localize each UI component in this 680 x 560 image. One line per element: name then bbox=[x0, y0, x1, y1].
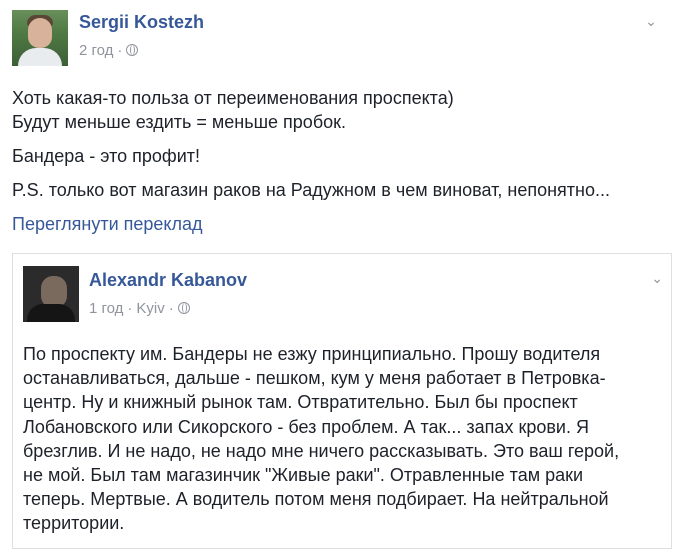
avatar-shirt bbox=[18, 48, 62, 66]
meta-separator: · bbox=[127, 300, 133, 317]
chevron-down-icon[interactable]: ⌄ bbox=[651, 270, 663, 287]
shared-post-location[interactable]: Kyiv bbox=[136, 300, 164, 317]
avatar-face bbox=[28, 18, 52, 48]
post-line-1: Хоть какая-то польза от переименования п… bbox=[12, 88, 454, 108]
see-translation-link[interactable]: Переглянути переклад bbox=[12, 214, 203, 235]
shared-post[interactable]: Alexandr Kabanov 1 год · Kyiv · ⌄ По проспе… bbox=[12, 253, 672, 549]
shared-line: теперь. Мертвые. А водитель потом меня п… bbox=[23, 489, 609, 510]
shared-line: не мой. Был там магазинчик "Живые раки".… bbox=[23, 465, 584, 486]
author-name[interactable]: Sergii Kostezh bbox=[79, 12, 204, 33]
facebook-post: Sergii Kostezh 2 год · ⌄ Хоть какая-то по… bbox=[0, 0, 680, 560]
shared-avatar[interactable] bbox=[23, 266, 79, 322]
shared-line: По проспекту им. Бандеры не езжу принцип… bbox=[23, 344, 601, 364]
meta-separator: · bbox=[117, 42, 123, 59]
shared-line: брезглив. И не надо, не надо мне ничего … bbox=[23, 440, 620, 461]
post-line-3: Бандера - это профит! bbox=[12, 146, 201, 166]
post-line-2: Будут меньше ездить = меньше пробок. bbox=[12, 112, 347, 132]
shared-line: останавливаться, дальше - пешком, кум у … bbox=[23, 368, 606, 389]
shared-post-body: По проспекту им. Бандеры не езжу принцип… bbox=[23, 342, 663, 536]
post-body: Хоть какая-то польза от переименования п… bbox=[12, 86, 672, 202]
post-line-4: P.S. только вот магазин раков на Радужно… bbox=[12, 180, 610, 200]
globe-icon[interactable] bbox=[177, 302, 190, 314]
meta-separator: · bbox=[168, 300, 174, 317]
shared-line: центр. Ну и книжный рынок там. Отвратите… bbox=[23, 392, 578, 413]
avatar[interactable] bbox=[12, 10, 68, 66]
globe-icon[interactable] bbox=[126, 44, 139, 56]
post-meta: 2 год · bbox=[79, 42, 139, 59]
shared-line: территории. bbox=[23, 513, 125, 534]
shared-post-meta: 1 год · Kyiv · bbox=[89, 300, 190, 317]
post-header: Sergii Kostezh 2 год · ⌄ bbox=[12, 10, 662, 66]
chevron-down-icon[interactable]: ⌄ bbox=[644, 14, 658, 28]
shared-line: Лобановского или Сикорского - без пробле… bbox=[23, 416, 589, 437]
post-time[interactable]: 2 год bbox=[79, 42, 113, 59]
shared-avatar-body bbox=[27, 304, 75, 322]
shared-post-time[interactable]: 1 год bbox=[89, 300, 123, 317]
shared-author-name[interactable]: Alexandr Kabanov bbox=[89, 270, 247, 291]
